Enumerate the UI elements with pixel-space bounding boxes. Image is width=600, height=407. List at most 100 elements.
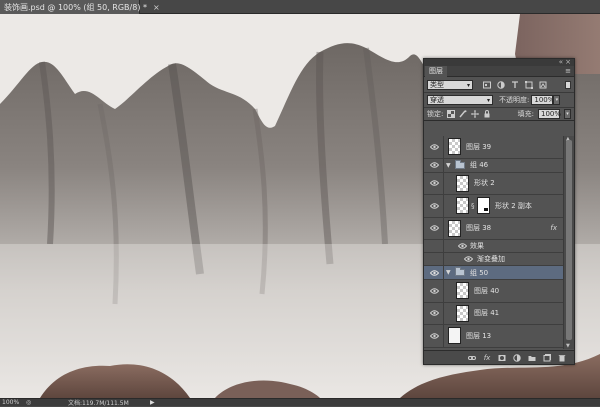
- filter-icons: [483, 80, 547, 89]
- opacity-input[interactable]: 100%: [531, 95, 554, 105]
- eye-icon[interactable]: [464, 256, 473, 262]
- blend-row: 穿透 ▾ 不透明度: 100% ▾: [424, 92, 574, 107]
- filter-kind-value: 类型: [430, 80, 444, 89]
- effects-label: 效果: [470, 242, 484, 250]
- fx-icon[interactable]: fx: [483, 354, 491, 362]
- eye-icon[interactable]: [430, 333, 439, 339]
- layer-row[interactable]: 图层 38 fx: [424, 217, 563, 240]
- shape-filter-icon[interactable]: [525, 80, 533, 89]
- group-row-selected[interactable]: ▼ 组 50: [424, 266, 563, 280]
- lock-row: 锁定: 填充: 100% ▾: [424, 107, 574, 121]
- eye-icon[interactable]: [430, 144, 439, 150]
- eye-icon[interactable]: [430, 162, 439, 168]
- layers-list: 图层 39 ▼ 组 46 形状 2 § 形状 2 副本 图层 38 fx 效果 …: [424, 136, 563, 349]
- close-icon[interactable]: ×: [153, 3, 160, 12]
- panel-titlebar[interactable]: « ×: [424, 58, 574, 66]
- eye-icon[interactable]: [430, 310, 439, 316]
- lock-pixels-icon[interactable]: [459, 110, 467, 118]
- trash-icon[interactable]: [558, 354, 566, 362]
- layer-thumbnail: [448, 219, 461, 237]
- layer-row[interactable]: 图层 40: [424, 280, 563, 303]
- layer-row[interactable]: 形状 2: [424, 172, 563, 195]
- smart-object-filter-icon[interactable]: [539, 81, 547, 89]
- opacity-slider-toggle[interactable]: ▾: [553, 95, 561, 105]
- effect-name: 渐变叠加: [477, 255, 505, 263]
- tab-layers[interactable]: 图层: [425, 66, 447, 77]
- expand-triangle-icon[interactable]: ▼: [446, 162, 451, 169]
- status-nav-icon[interactable]: ◎: [26, 399, 40, 406]
- layer-thumbnail: [456, 197, 469, 215]
- lock-label: 锁定:: [427, 110, 444, 118]
- status-bar: 100% ◎ 文档:119.7M/111.5M ▶: [0, 398, 600, 407]
- chevron-down-icon: ▾: [486, 97, 490, 104]
- filter-kind-select[interactable]: 类型 ▾: [427, 79, 473, 90]
- folder-icon: [455, 159, 465, 169]
- mask-icon[interactable]: [498, 354, 506, 362]
- zoom-level[interactable]: 100%: [0, 399, 26, 406]
- document-title: 装饰画.psd @ 100% (组 50, RGB/8) *: [4, 2, 147, 12]
- chevron-down-icon: ▾: [466, 81, 470, 89]
- chain-link-icon[interactable]: §: [471, 202, 476, 210]
- fx-badge[interactable]: fx: [550, 224, 557, 232]
- status-menu-arrow-icon[interactable]: ▶: [150, 399, 155, 406]
- layer-name: 图层 41: [474, 309, 500, 318]
- lock-position-icon[interactable]: [471, 110, 480, 118]
- layer-row[interactable]: 图层 13: [424, 325, 563, 348]
- layer-name: 图层 13: [466, 331, 492, 340]
- new-layer-icon[interactable]: [543, 353, 551, 362]
- layer-name: 图层 39: [466, 142, 492, 151]
- layer-name: 形状 2 副本: [495, 201, 532, 210]
- scrollbar-thumb[interactable]: [566, 140, 572, 340]
- effect-row[interactable]: 渐变叠加: [424, 253, 563, 266]
- blend-mode-select[interactable]: 穿透 ▾: [427, 95, 493, 105]
- close-icon[interactable]: ×: [565, 58, 571, 66]
- layer-name: 图层 40: [474, 286, 500, 295]
- filter-toggle[interactable]: [565, 80, 571, 89]
- eye-icon[interactable]: [430, 269, 439, 276]
- group-name: 组 46: [470, 161, 489, 169]
- blend-mode-value: 穿透: [430, 96, 444, 104]
- group-row[interactable]: ▼ 组 46: [424, 158, 563, 173]
- type-filter-icon[interactable]: [511, 80, 519, 89]
- opacity-label: 不透明度:: [499, 96, 530, 104]
- layer-thumbnail: [456, 282, 469, 300]
- layer-thumbnail: [448, 327, 461, 345]
- layer-row[interactable]: § 形状 2 副本: [424, 195, 563, 218]
- lock-transparency-icon[interactable]: [447, 110, 456, 118]
- document-tab-bar: 装饰画.psd @ 100% (组 50, RGB/8) * ×: [0, 0, 600, 14]
- layer-thumbnail: [448, 138, 461, 156]
- eye-icon[interactable]: [430, 203, 439, 209]
- scroll-down-icon[interactable]: ▼: [566, 343, 570, 349]
- eye-icon[interactable]: [430, 225, 439, 231]
- adjustment-filter-icon[interactable]: [497, 80, 505, 89]
- adjustment-icon[interactable]: [513, 353, 521, 362]
- layer-name: 形状 2: [474, 179, 495, 188]
- panel-tab-row: 图层 ≡: [424, 66, 574, 77]
- layers-panel: « × 图层 ≡ 类型 ▾ 穿透 ▾ 不透明度: 100% ▾ 锁定: 填充: …: [423, 58, 575, 365]
- layer-name: 图层 38: [466, 224, 492, 233]
- fill-input[interactable]: 100%: [538, 109, 561, 119]
- link-icon[interactable]: [468, 354, 476, 362]
- layer-row[interactable]: 图层 41: [424, 302, 563, 325]
- effects-row[interactable]: 效果: [424, 240, 563, 253]
- expand-triangle-icon[interactable]: ▼: [446, 269, 451, 276]
- pixel-filter-icon[interactable]: [483, 81, 491, 89]
- layer-mask-thumbnail[interactable]: [477, 197, 490, 215]
- layer-row[interactable]: 图层 39: [424, 136, 563, 159]
- group-name: 组 50: [470, 268, 489, 277]
- folder-icon[interactable]: [528, 354, 536, 362]
- panel-menu-icon[interactable]: ≡: [565, 67, 571, 75]
- document-tab[interactable]: 装饰画.psd @ 100% (组 50, RGB/8) * ×: [0, 0, 160, 14]
- eye-icon[interactable]: [458, 243, 467, 249]
- fill-label: 填充:: [517, 110, 534, 118]
- fill-slider-toggle[interactable]: ▾: [564, 109, 571, 119]
- lock-all-icon[interactable]: [483, 110, 491, 118]
- folder-icon: [455, 267, 465, 276]
- filter-row: 类型 ▾: [424, 77, 574, 92]
- layers-scrollbar[interactable]: ▲ ▼: [563, 136, 574, 349]
- collapse-icon[interactable]: «: [559, 58, 563, 66]
- layer-thumbnail: [456, 174, 469, 192]
- eye-icon[interactable]: [430, 288, 439, 294]
- eye-icon[interactable]: [430, 180, 439, 186]
- layer-thumbnail: [456, 304, 469, 322]
